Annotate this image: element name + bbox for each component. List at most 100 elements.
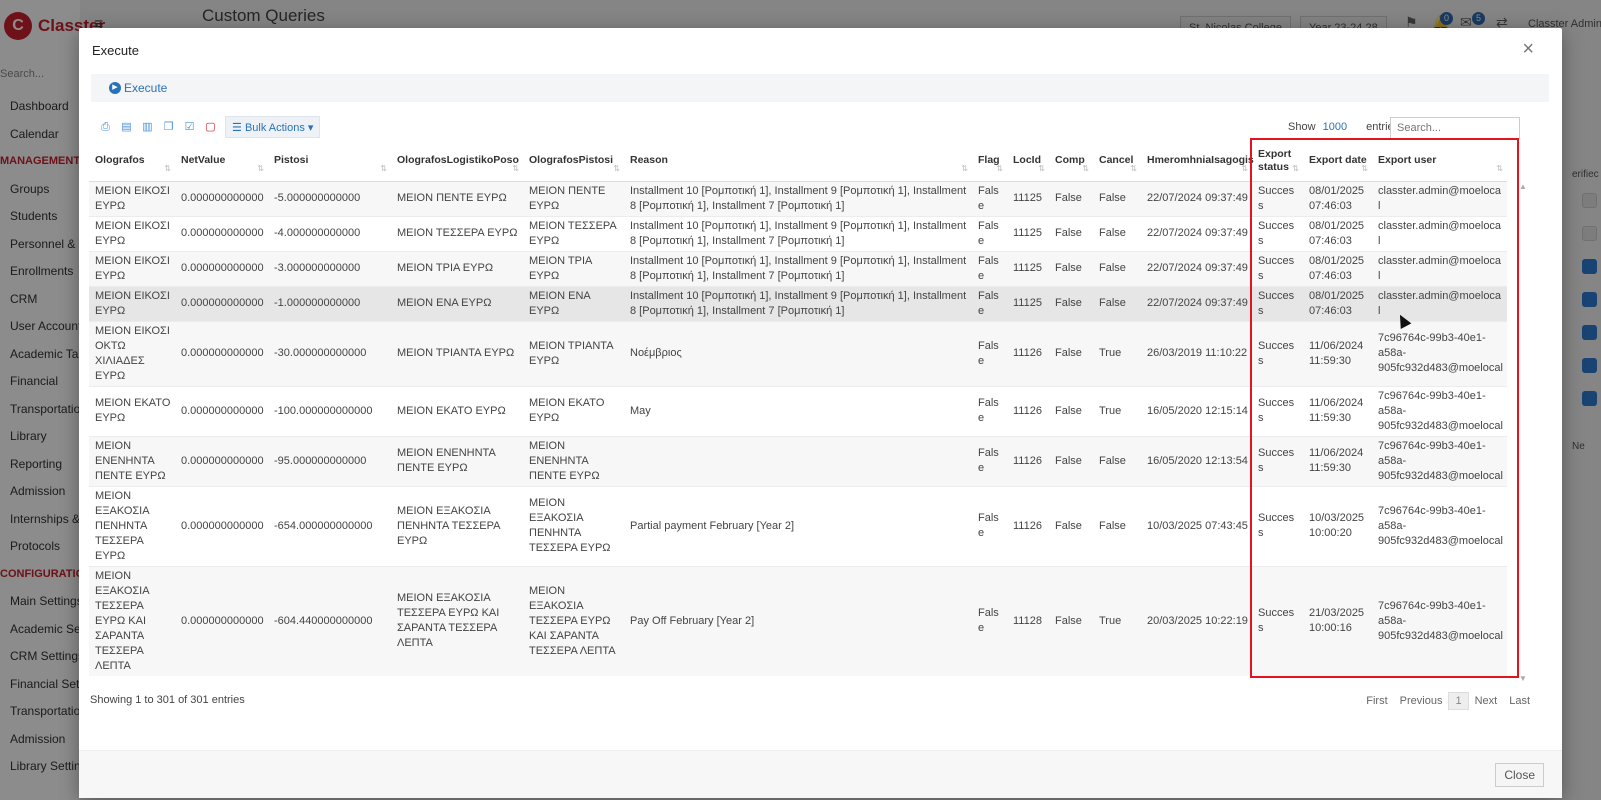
table-row[interactable]: ΜΕΙΟΝ ΕΚΑΤΟ ΕΥΡΩ 0.000000000000 -100.00000… xyxy=(89,385,1507,436)
table-cell: ΜΕΙΟΝ ΤΕΣΣΕΡΑ ΕΥΡΩ xyxy=(391,215,523,251)
deselect-all-icon[interactable]: ▢ xyxy=(200,117,221,137)
export-pdf-icon[interactable]: ▥ xyxy=(137,117,158,137)
table-cell: May xyxy=(624,385,972,436)
column-header[interactable]: OlografosPistosi ⇅ xyxy=(523,141,624,182)
table-cell: Installment 10 [Ρομποτική 1], Installmen… xyxy=(624,215,972,251)
column-header[interactable]: HmeromhniaIsagogis ⇅ xyxy=(1141,141,1254,182)
table-cell: 0.000000000000 xyxy=(175,250,268,286)
table-cell: ΜΕΙΟΝ ΕΞΑΚΟΣΙΑ ΠΕΝΗΝΤΑ ΤΕΣΣΕΡΑ ΕΥΡΩ xyxy=(523,485,624,566)
table-cell: False xyxy=(1049,385,1093,436)
table-cell: 7c96764c-99b3-40e1-a58a-905fc932d483@moe… xyxy=(1372,385,1507,436)
table-cell: -5.000000000000 xyxy=(268,180,391,216)
table-cell: False xyxy=(1049,435,1093,486)
paging-last[interactable]: Last xyxy=(1503,693,1536,709)
table-cell: False xyxy=(972,250,1007,286)
table-cell: Success xyxy=(1252,565,1303,676)
sort-icon: ⇅ xyxy=(996,163,1003,173)
sort-icon: ⇅ xyxy=(512,163,519,173)
column-header[interactable]: Export date ⇅ xyxy=(1303,141,1372,182)
table-cell: 7c96764c-99b3-40e1-a58a-905fc932d483@moe… xyxy=(1372,435,1507,486)
table-cell: ΜΕΙΟΝ ΤΡΙΑΝΤΑ ΕΥΡΩ xyxy=(523,320,624,386)
table-cell: 0.000000000000 xyxy=(175,565,268,676)
table-cell: False xyxy=(972,435,1007,486)
paging-next[interactable]: Next xyxy=(1469,693,1504,709)
sort-icon: ⇅ xyxy=(1038,163,1045,173)
table-cell: ΜΕΙΟΝ ΕΚΑΤΟ ΕΥΡΩ xyxy=(523,385,624,436)
column-header[interactable]: NetValue ⇅ xyxy=(175,141,268,182)
table-cell: Installment 10 [Ρομποτική 1], Installmen… xyxy=(624,250,972,286)
column-header[interactable]: Export status ⇅ xyxy=(1252,141,1303,182)
print-icon[interactable]: ⎙ xyxy=(95,117,116,137)
page-length-select[interactable]: 1000 xyxy=(1323,121,1347,133)
sort-icon: ⇅ xyxy=(1241,163,1248,173)
column-header[interactable]: Olografos ⇅ xyxy=(89,141,175,182)
scroll-down-icon[interactable]: ▼ xyxy=(1519,674,1527,683)
select-all-icon[interactable]: ☑ xyxy=(179,117,200,137)
table-cell: -654.000000000000 xyxy=(268,485,391,566)
sort-icon: ⇅ xyxy=(613,163,620,173)
table-cell: 7c96764c-99b3-40e1-a58a-905fc932d483@moe… xyxy=(1372,320,1507,386)
execute-bar: ▶ Execute xyxy=(91,74,1549,102)
table-cell: 11126 xyxy=(1007,320,1049,386)
table-row[interactable]: ΜΕΙΟΝ ΕΝΕΝΗΝΤΑ ΠΕΝΤΕ ΕΥΡΩ 0.000000000000-… xyxy=(89,435,1507,486)
table-toolbar: ⎙ ▤ ▥ ❐ ☑ ▢ ☰ Bulk Actions ▾ xyxy=(95,116,321,138)
table-cell: 11125 xyxy=(1007,250,1049,286)
column-header-label: Export date xyxy=(1309,154,1367,167)
table-cell: False xyxy=(1049,285,1093,321)
table-cell: False xyxy=(972,385,1007,436)
column-header[interactable]: Comp ⇅ xyxy=(1049,141,1093,182)
modal-title: Execute xyxy=(92,43,139,58)
column-header[interactable]: Export user ⇅ xyxy=(1372,141,1507,182)
column-header-label: Reason xyxy=(630,154,668,167)
results-table: Olografos ⇅ NetValue ⇅ Pistosi ⇅ OlografosLogi… xyxy=(89,141,1507,676)
table-row[interactable]: ΜΕΙΟΝ ΕΙΚΟΣΙ ΕΥΡΩ 0.000000000000 -1.000000… xyxy=(89,285,1507,321)
execute-button[interactable]: ▶ Execute xyxy=(109,81,167,95)
pagination: First Previous 1 Next Last xyxy=(1360,692,1536,710)
table-cell: -604.440000000000 xyxy=(268,565,391,676)
export-excel-icon[interactable]: ▤ xyxy=(116,117,137,137)
scroll-up-icon[interactable]: ▲ xyxy=(1519,182,1527,191)
paging-previous[interactable]: Previous xyxy=(1394,693,1449,709)
table-search-input[interactable] xyxy=(1390,117,1520,139)
table-row[interactable]: ΜΕΙΟΝ ΕΞΑΚΟΣΙΑ ΤΕΣΣΕΡΑ ΕΥΡΩ ΚΑΙ ΣΑΡΑΝΤΑ … xyxy=(89,565,1507,676)
table-cell: 0.000000000000 xyxy=(175,215,268,251)
table-cell: ΜΕΙΟΝ ΕΝΕΝΗΝΤΑ ΠΕΝΤΕ ΕΥΡΩ xyxy=(391,435,523,486)
column-header[interactable]: OlografosLogistikoPoso ⇅ xyxy=(391,141,523,182)
table-cell: False xyxy=(972,285,1007,321)
table-row[interactable]: ΜΕΙΟΝ ΕΙΚΟΣΙ ΟΚΤΩ ΧΙΛΙΑΔΕΣ ΕΥΡΩ 0.0000000… xyxy=(89,320,1507,386)
table-cell: ΜΕΙΟΝ ΕΝΕΝΗΝΤΑ ΠΕΝΤΕ ΕΥΡΩ xyxy=(89,435,175,486)
table-cell: ΜΕΙΟΝ ΤΡΙΑ ΕΥΡΩ xyxy=(523,250,624,286)
table-cell: Success xyxy=(1252,435,1303,486)
table-cell: classter.admin@moelocal xyxy=(1372,250,1507,286)
sort-icon: ⇅ xyxy=(257,163,264,173)
table-cell: False xyxy=(1093,435,1141,486)
table-info: Showing 1 to 301 of 301 entries xyxy=(90,694,245,706)
paging-first[interactable]: First xyxy=(1360,693,1393,709)
close-icon[interactable]: × xyxy=(1522,38,1534,61)
table-row[interactable]: ΜΕΙΟΝ ΕΙΚΟΣΙ ΕΥΡΩ 0.000000000000 -3.000000… xyxy=(89,250,1507,286)
table-cell: False xyxy=(972,215,1007,251)
sort-icon: ⇅ xyxy=(164,163,171,173)
table-cell: 11/06/2024 11:59:30 xyxy=(1303,320,1372,386)
copy-icon[interactable]: ❐ xyxy=(158,117,179,137)
table-cell: Partial payment February [Year 2] xyxy=(624,485,972,566)
paging-current-page[interactable]: 1 xyxy=(1448,692,1469,710)
column-header[interactable]: Pistosi ⇅ xyxy=(268,141,391,182)
table-row[interactable]: ΜΕΙΟΝ ΕΞΑΚΟΣΙΑ ΠΕΝΗΝΤΑ ΤΕΣΣΕΡΑ ΕΥΡΩ 0.000… xyxy=(89,485,1507,566)
table-cell: False xyxy=(1049,250,1093,286)
table-cell: False xyxy=(1049,320,1093,386)
table-cell: ΜΕΙΟΝ ΕΙΚΟΣΙ ΕΥΡΩ xyxy=(89,250,175,286)
table-row[interactable]: ΜΕΙΟΝ ΕΙΚΟΣΙ ΕΥΡΩ 0.000000000000 -4.000000… xyxy=(89,215,1507,251)
column-header[interactable]: Flag ⇅ xyxy=(972,141,1007,182)
table-cell: classter.admin@moelocal xyxy=(1372,215,1507,251)
column-header[interactable]: Reason ⇅ xyxy=(624,141,972,182)
column-header[interactable]: LocId ⇅ xyxy=(1007,141,1049,182)
close-button[interactable]: Close xyxy=(1495,763,1544,787)
table-cell: ΜΕΙΟΝ ΕΙΚΟΣΙ ΕΥΡΩ xyxy=(89,285,175,321)
table-cell: ΜΕΙΟΝ ΕΚΑΤΟ ΕΥΡΩ xyxy=(89,385,175,436)
column-header[interactable]: Cancel ⇅ xyxy=(1093,141,1141,182)
table-row[interactable]: ΜΕΙΟΝ ΕΙΚΟΣΙ ΕΥΡΩ 0.000000000000 -5.000000… xyxy=(89,180,1507,216)
column-header-label: Comp xyxy=(1055,154,1085,167)
table-cell: False xyxy=(1093,285,1141,321)
bulk-actions-button[interactable]: ☰ Bulk Actions ▾ xyxy=(225,116,321,138)
